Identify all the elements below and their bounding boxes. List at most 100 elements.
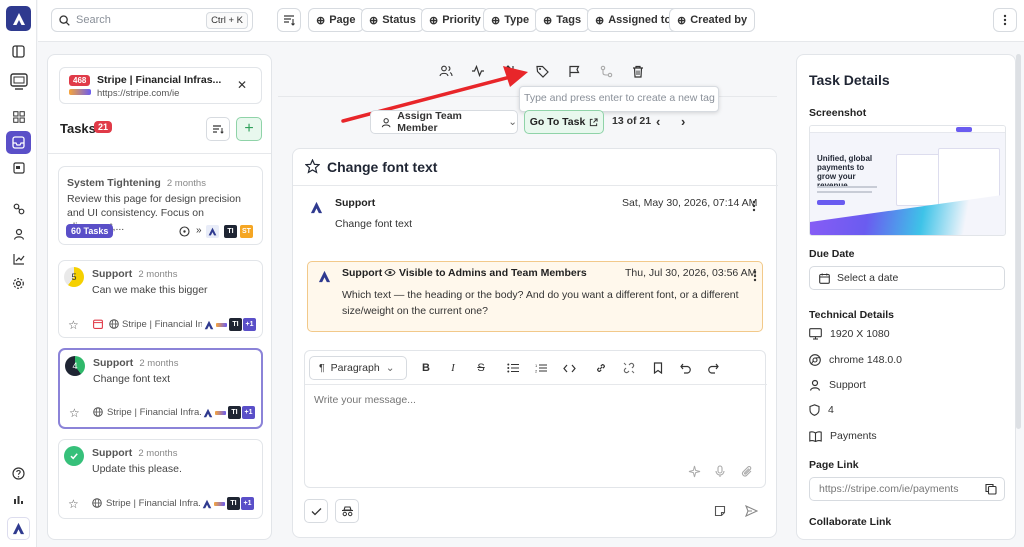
task-card-selected[interactable]: 4 Support 2 months Change font text ☆ St… bbox=[58, 348, 263, 429]
close-icon[interactable]: ✕ bbox=[237, 78, 247, 92]
task-card[interactable]: System Tightening 2 months Review this p… bbox=[58, 166, 263, 245]
filter-priority-button[interactable]: ⊕ Priority bbox=[421, 8, 489, 32]
code-icon[interactable] bbox=[561, 360, 577, 376]
merge-icon[interactable] bbox=[597, 62, 615, 80]
strikethrough-icon[interactable]: S bbox=[473, 360, 489, 376]
sort-button[interactable] bbox=[277, 8, 301, 32]
browser-row: chrome 148.0.0 bbox=[809, 354, 902, 366]
bold-icon[interactable]: B bbox=[418, 360, 434, 376]
avatar-logo bbox=[201, 406, 214, 419]
bullet-list-icon[interactable] bbox=[505, 360, 521, 376]
send-button[interactable] bbox=[739, 499, 763, 523]
avatar: TI bbox=[228, 406, 241, 419]
new-tag-input[interactable] bbox=[524, 92, 716, 104]
tasks-count-badge: 21 bbox=[94, 121, 113, 133]
message-menu-icon[interactable] bbox=[753, 270, 757, 282]
message-input[interactable] bbox=[309, 389, 761, 461]
project-card[interactable]: 468 Stripe | Financial Infras... https:/… bbox=[59, 67, 262, 104]
thumbnail-text-line bbox=[817, 186, 877, 188]
previous-task-chevron-icon[interactable]: ‹ bbox=[656, 114, 660, 129]
internal-note: Support Visible to Admins and Team Membe… bbox=[307, 261, 763, 332]
integrations-icon[interactable] bbox=[8, 198, 29, 219]
note-button[interactable] bbox=[708, 499, 732, 523]
sidebar-toggle-icon[interactable] bbox=[8, 41, 29, 62]
flag-icon[interactable] bbox=[565, 62, 583, 80]
svg-text:2: 2 bbox=[535, 369, 538, 374]
app-logo-icon[interactable] bbox=[6, 6, 31, 31]
due-date-label: Due Date bbox=[809, 248, 855, 260]
task-card[interactable]: Support 2 months Update this please. ☆ S… bbox=[58, 439, 263, 519]
author-logo-icon bbox=[310, 201, 323, 214]
star-icon[interactable]: ☆ bbox=[68, 318, 79, 332]
tag-icon[interactable] bbox=[533, 62, 551, 80]
task-card-time: 2 months bbox=[138, 269, 178, 280]
star-icon[interactable]: ☆ bbox=[68, 497, 79, 511]
task-pager: 13 of 21 bbox=[612, 115, 652, 127]
microphone-icon[interactable] bbox=[715, 465, 725, 478]
task-card-text: Can we make this bigger bbox=[92, 284, 208, 296]
pilcrow-icon: ¶ bbox=[319, 362, 325, 374]
status-progress-icon: 5 bbox=[64, 267, 84, 287]
go-to-task-button[interactable]: Go To Task bbox=[524, 110, 604, 134]
filter-assigned-button[interactable]: ⊕ Assigned to bbox=[587, 8, 680, 32]
undo-icon[interactable] bbox=[678, 360, 694, 376]
filter-type-button[interactable]: ⊕ Type bbox=[483, 8, 538, 32]
priority-row: 4 bbox=[809, 404, 834, 416]
bookmark-icon[interactable] bbox=[650, 360, 666, 376]
due-date-picker[interactable]: Select a date bbox=[809, 266, 1005, 290]
resolve-check-button[interactable] bbox=[304, 499, 328, 523]
avatar-logo bbox=[200, 497, 213, 510]
incognito-button[interactable] bbox=[335, 499, 359, 523]
paperclip-icon[interactable] bbox=[741, 465, 753, 478]
message-author: Support bbox=[335, 197, 376, 209]
redo-icon[interactable] bbox=[705, 360, 721, 376]
help-icon[interactable] bbox=[8, 463, 29, 484]
star-icon[interactable] bbox=[305, 159, 320, 174]
settings-gear-icon[interactable] bbox=[8, 273, 29, 294]
screenshot-tool-icon[interactable] bbox=[6, 68, 31, 93]
task-count-badge: 60 Tasks bbox=[66, 224, 114, 238]
priority-value: 4 bbox=[828, 404, 834, 416]
project-name: Stripe | Financial Infras... bbox=[97, 74, 222, 86]
unlink-icon[interactable] bbox=[621, 360, 637, 376]
task-list-panel: 468 Stripe | Financial Infras... https:/… bbox=[47, 54, 272, 540]
more-menu-button[interactable] bbox=[993, 8, 1017, 32]
filter-status-button[interactable]: ⊕ Status bbox=[361, 8, 424, 32]
dashboard-icon[interactable] bbox=[8, 106, 29, 127]
user-icon[interactable] bbox=[8, 223, 29, 244]
list-sort-button[interactable] bbox=[206, 117, 230, 141]
ai-sparkle-icon[interactable] bbox=[688, 465, 701, 478]
add-task-button[interactable]: + bbox=[236, 117, 262, 141]
filter-page-button[interactable]: ⊕ Page bbox=[308, 8, 364, 32]
project-count-badge: 468 bbox=[69, 75, 91, 86]
delete-trash-icon[interactable] bbox=[629, 62, 647, 80]
italic-icon[interactable]: I bbox=[445, 360, 461, 376]
link-icon[interactable] bbox=[593, 360, 609, 376]
filter-tags-button[interactable]: ⊕ Tags bbox=[535, 8, 590, 32]
reporter-row: Support bbox=[809, 379, 866, 391]
shield-icon bbox=[809, 404, 820, 416]
eye-icon bbox=[384, 269, 396, 276]
monitor-icon bbox=[809, 328, 822, 340]
details-scrollbar[interactable] bbox=[1016, 54, 1021, 429]
task-card-author: Support bbox=[93, 357, 134, 369]
filter-created-by-button[interactable]: ⊕ Created by bbox=[669, 8, 756, 32]
paragraph-format-select[interactable]: ¶ Paragraph ⌄ bbox=[309, 356, 407, 380]
copy-icon[interactable] bbox=[985, 483, 997, 495]
numbered-list-icon[interactable]: 12 bbox=[533, 360, 549, 376]
search-box[interactable]: Search Ctrl + K bbox=[51, 8, 253, 32]
message-author: Support bbox=[342, 267, 383, 279]
analytics-icon[interactable] bbox=[8, 248, 29, 269]
assign-team-member-dropdown[interactable]: Assign Team Member ⌄ bbox=[370, 110, 518, 134]
message-menu-icon[interactable] bbox=[752, 200, 756, 212]
star-icon[interactable]: ☆ bbox=[69, 406, 80, 420]
task-card[interactable]: 5 Support 2 months Can we make this bigg… bbox=[58, 260, 263, 338]
calendar-icon[interactable] bbox=[8, 157, 29, 178]
page-link-field[interactable]: https://stripe.com/ie/payments bbox=[809, 477, 1005, 501]
stats-bars-icon[interactable] bbox=[8, 488, 29, 509]
inbox-icon[interactable] bbox=[6, 131, 31, 154]
next-task-chevron-icon[interactable]: › bbox=[681, 114, 685, 129]
screenshot-thumbnail[interactable]: Unified, global payments to grow your re… bbox=[809, 125, 1006, 236]
workspace-logo-icon[interactable] bbox=[7, 517, 30, 540]
page-row: Payments bbox=[809, 430, 877, 442]
